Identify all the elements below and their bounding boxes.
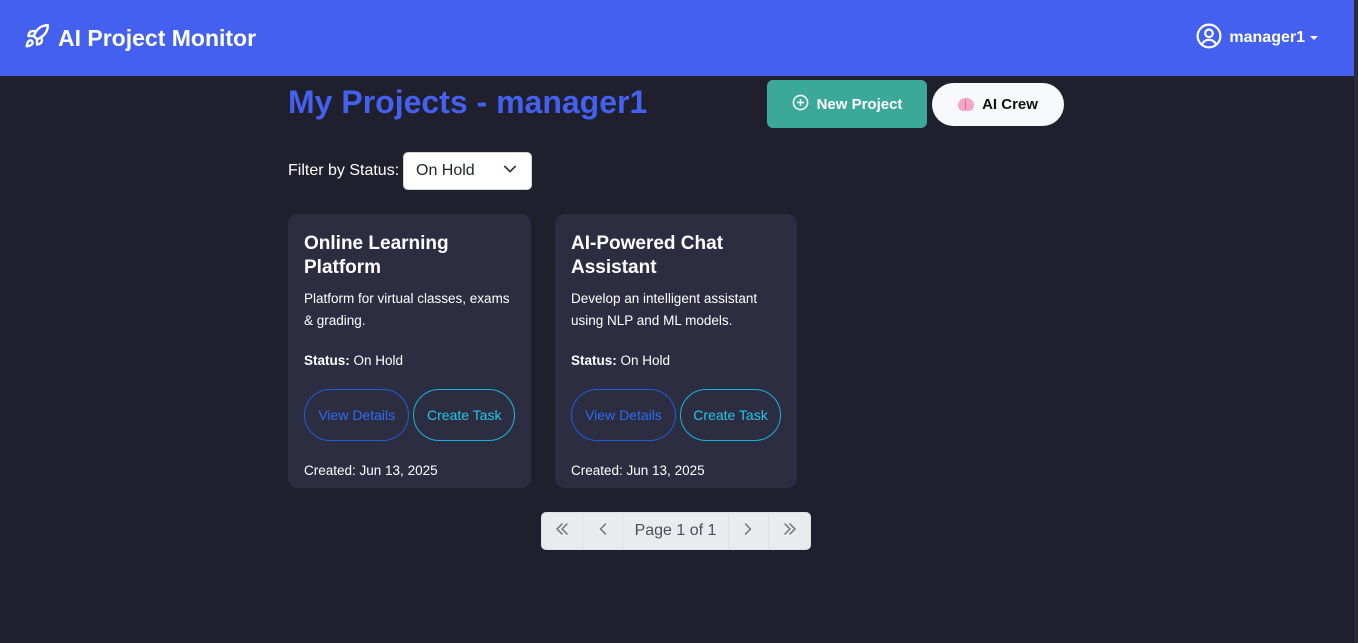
brain-icon: [958, 98, 975, 111]
page-indicator: Page 1 of 1: [623, 513, 729, 549]
brand[interactable]: AI Project Monitor: [24, 23, 256, 54]
double-chevron-right-icon: [782, 521, 798, 542]
create-task-button[interactable]: Create Task: [679, 389, 781, 441]
ai-crew-label: AI Crew: [982, 96, 1038, 113]
scrollbar[interactable]: [1354, 0, 1358, 643]
new-project-label: New Project: [816, 95, 903, 113]
chevron-left-icon: [595, 521, 611, 542]
project-created-date: Created: Jun 13, 2025: [304, 463, 438, 478]
project-created-date: Created: Jun 13, 2025: [571, 463, 705, 478]
double-chevron-left-icon: [554, 521, 570, 542]
app-title: AI Project Monitor: [58, 24, 257, 51]
view-details-button[interactable]: View Details: [304, 389, 410, 441]
page-title: My Projects - manager1: [288, 84, 648, 120]
chevron-down-icon: [503, 162, 517, 181]
status-value: On Hold: [353, 353, 404, 368]
view-details-button[interactable]: View Details: [571, 389, 676, 441]
project-card: AI-Powered Chat Assistant Develop an int…: [555, 214, 797, 488]
caret-down-icon: [1310, 36, 1318, 40]
new-project-button[interactable]: New Project: [767, 80, 927, 128]
card-actions: View Details Create Task: [304, 389, 515, 441]
last-page-button[interactable]: [769, 513, 810, 549]
pagination: Page 1 of 1: [541, 512, 811, 550]
next-page-button[interactable]: [729, 513, 770, 549]
project-title: AI-Powered Chat Assistant: [571, 233, 724, 278]
status-filter-value: On Hold: [416, 162, 475, 179]
status-value: On Hold: [620, 353, 671, 368]
chevron-right-icon: [740, 521, 756, 542]
rocket-icon: [24, 23, 50, 54]
project-title: Online Learning Platform: [304, 233, 449, 278]
create-task-button[interactable]: Create Task: [413, 389, 515, 441]
prev-page-button[interactable]: [583, 513, 624, 549]
plus-circle-icon: [792, 94, 809, 115]
project-status: Status: On Hold: [304, 352, 515, 370]
status-label: Status:: [304, 353, 350, 368]
user-circle-icon: [1196, 23, 1222, 54]
first-page-button[interactable]: [542, 513, 583, 549]
user-menu[interactable]: manager1: [1196, 23, 1318, 54]
user-name: manager1: [1229, 29, 1305, 46]
navbar: AI Project Monitor manager1: [0, 0, 1354, 76]
project-description: Develop an intelligent assistant using N…: [571, 291, 758, 328]
status-filter-select[interactable]: On Hold: [403, 152, 532, 190]
project-card: Online Learning Platform Platform for vi…: [288, 214, 531, 488]
project-status: Status: On Hold: [571, 352, 781, 370]
card-actions: View Details Create Task: [571, 389, 781, 441]
filter-label: Filter by Status:: [288, 162, 400, 179]
project-description: Platform for virtual classes, exams & gr…: [304, 291, 510, 328]
ai-crew-button[interactable]: AI Crew: [932, 83, 1064, 126]
status-label: Status:: [571, 353, 617, 368]
